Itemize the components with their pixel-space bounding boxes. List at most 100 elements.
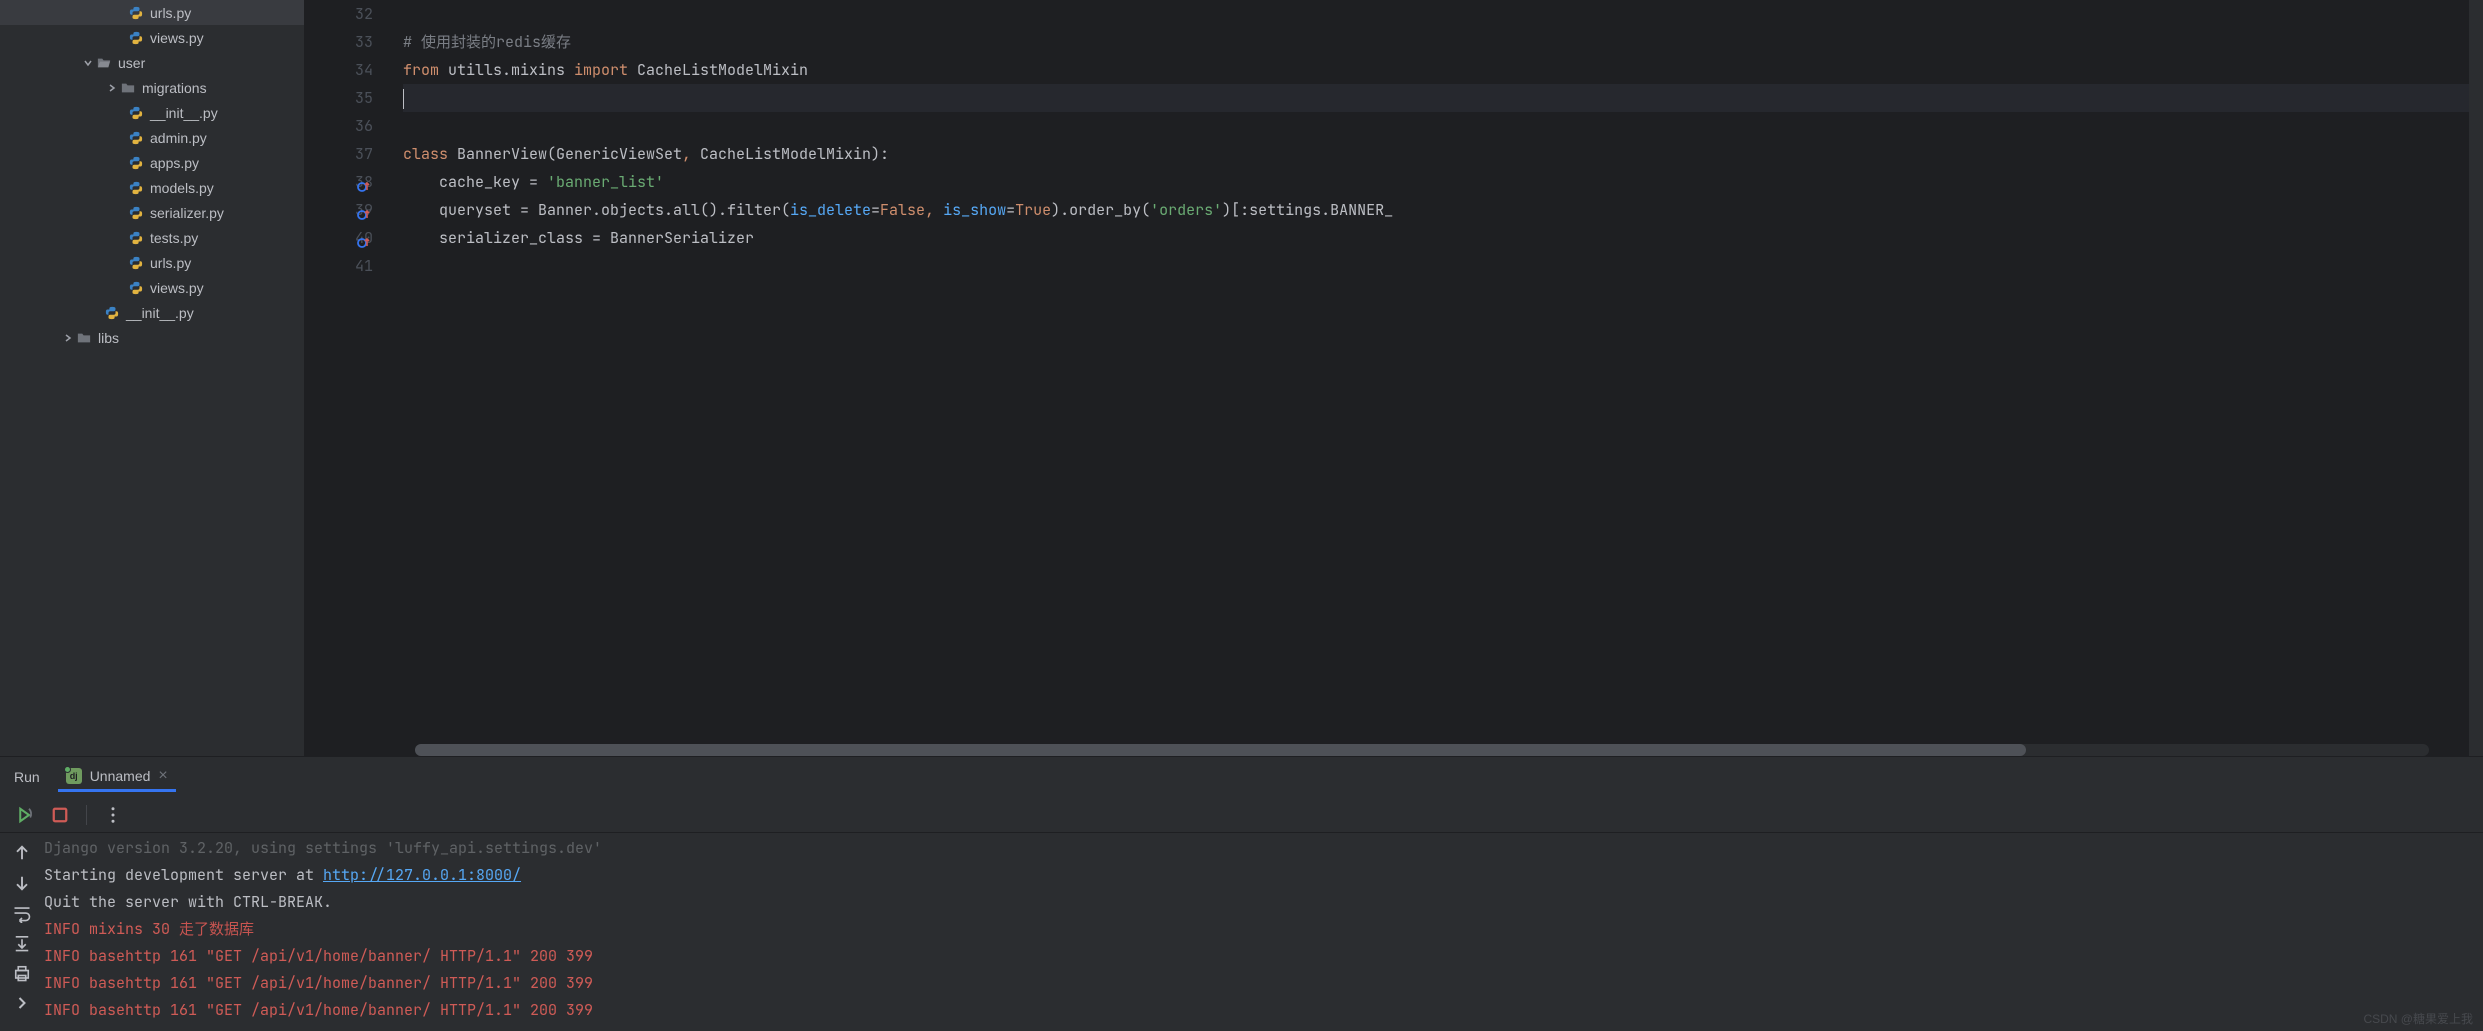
tree-item-label: urls.py bbox=[150, 5, 191, 21]
folder-icon bbox=[120, 80, 136, 96]
chevron-right-icon[interactable] bbox=[12, 993, 32, 1013]
chevron-down-icon[interactable] bbox=[80, 58, 96, 68]
tree-item-label: views.py bbox=[150, 30, 204, 46]
code-line[interactable] bbox=[403, 0, 2469, 28]
line-number[interactable]: 32 bbox=[305, 0, 373, 28]
folder-icon bbox=[76, 330, 92, 346]
python-file-icon bbox=[128, 205, 144, 221]
tree-item[interactable]: libs bbox=[0, 325, 304, 350]
code-line[interactable]: cache_key = 'banner_list' bbox=[403, 168, 2469, 196]
python-file-icon bbox=[128, 155, 144, 171]
line-number[interactable]: 38 bbox=[305, 168, 373, 196]
line-number[interactable]: 36 bbox=[305, 112, 373, 140]
scrollbar-thumb[interactable] bbox=[415, 744, 2026, 756]
tree-item[interactable]: urls.py bbox=[0, 0, 304, 25]
line-number[interactable]: 39 bbox=[305, 196, 373, 224]
run-tab-unnamed[interactable]: dj Unnamed × bbox=[58, 763, 176, 792]
tree-item-label: migrations bbox=[142, 80, 207, 96]
run-tool-window: Run dj Unnamed × Django version 3.2.20, … bbox=[0, 756, 2483, 1031]
line-number[interactable]: 35 bbox=[305, 84, 373, 112]
run-tab-label: Unnamed bbox=[90, 768, 151, 784]
editor-content[interactable]: # 使用封装的redis缓存from utills.mixins import … bbox=[395, 0, 2469, 756]
code-line[interactable]: serializer_class = BannerSerializer bbox=[403, 224, 2469, 252]
tree-item[interactable]: migrations bbox=[0, 75, 304, 100]
code-line[interactable]: class BannerView(GenericViewSet, CacheLi… bbox=[403, 140, 2469, 168]
tree-item[interactable]: views.py bbox=[0, 25, 304, 50]
line-number[interactable]: 40 bbox=[305, 224, 373, 252]
python-file-icon bbox=[104, 305, 120, 321]
python-file-icon bbox=[128, 230, 144, 246]
console-line: INFO mixins 30 走了数据库 bbox=[44, 916, 2483, 943]
toolbar-divider bbox=[86, 805, 87, 825]
console-line: Quit the server with CTRL-BREAK. bbox=[44, 889, 2483, 916]
tree-item[interactable]: admin.py bbox=[0, 125, 304, 150]
watermark: CSDN @糖果爱上我 bbox=[2363, 1010, 2473, 1027]
tree-item-label: __init__.py bbox=[150, 105, 218, 121]
line-number[interactable]: 33 bbox=[305, 28, 373, 56]
down-icon[interactable] bbox=[12, 873, 32, 893]
tree-item-label: views.py bbox=[150, 280, 204, 296]
line-number[interactable]: 41 bbox=[305, 252, 373, 280]
python-file-icon bbox=[128, 130, 144, 146]
horizontal-scrollbar[interactable] bbox=[415, 744, 2429, 756]
tree-item[interactable]: user bbox=[0, 50, 304, 75]
override-icon[interactable] bbox=[357, 231, 371, 245]
up-icon[interactable] bbox=[12, 843, 32, 863]
close-icon[interactable]: × bbox=[158, 767, 167, 785]
soft-wrap-icon[interactable] bbox=[12, 903, 32, 923]
run-label[interactable]: Run bbox=[14, 769, 40, 785]
console-output[interactable]: Django version 3.2.20, using settings 'l… bbox=[44, 833, 2483, 1031]
tree-item-label: __init__.py bbox=[126, 305, 194, 321]
python-file-icon bbox=[128, 180, 144, 196]
console-link[interactable]: http://127.0.0.1:8000/ bbox=[323, 865, 521, 885]
python-file-icon bbox=[128, 280, 144, 296]
code-line[interactable]: from utills.mixins import CacheListModel… bbox=[403, 56, 2469, 84]
project-tree[interactable]: urls.py views.py user migrations __init__.py… bbox=[0, 0, 305, 756]
tree-item-label: apps.py bbox=[150, 155, 199, 171]
console-line: Starting development server at http://12… bbox=[44, 862, 2483, 889]
console-line: Django version 3.2.20, using settings 'l… bbox=[44, 835, 2483, 862]
code-editor[interactable]: 32333435363738394041 # 使用封装的redis缓存from … bbox=[305, 0, 2483, 756]
code-line[interactable] bbox=[403, 252, 2469, 280]
scroll-to-end-icon[interactable] bbox=[12, 933, 32, 953]
rerun-icon[interactable] bbox=[14, 805, 34, 825]
more-icon[interactable] bbox=[103, 805, 123, 825]
tree-item[interactable]: models.py bbox=[0, 175, 304, 200]
code-line[interactable] bbox=[403, 84, 2469, 112]
line-number[interactable]: 34 bbox=[305, 56, 373, 84]
tree-item-label: serializer.py bbox=[150, 205, 224, 221]
python-file-icon bbox=[128, 255, 144, 271]
console-line: INFO basehttp 161 "GET /api/v1/home/bann… bbox=[44, 943, 2483, 970]
tree-item[interactable]: views.py bbox=[0, 275, 304, 300]
tree-item-label: user bbox=[118, 55, 145, 71]
code-line[interactable] bbox=[403, 112, 2469, 140]
tree-item-label: admin.py bbox=[150, 130, 207, 146]
chevron-right-icon[interactable] bbox=[104, 83, 120, 93]
print-icon[interactable] bbox=[12, 963, 32, 983]
tree-item[interactable]: __init__.py bbox=[0, 100, 304, 125]
python-file-icon bbox=[128, 5, 144, 21]
line-number[interactable]: 37 bbox=[305, 140, 373, 168]
run-toolbar bbox=[0, 797, 2483, 833]
chevron-right-icon[interactable] bbox=[60, 333, 76, 343]
tree-item-label: models.py bbox=[150, 180, 214, 196]
code-line[interactable]: queryset = Banner.objects.all().filter(i… bbox=[403, 196, 2469, 224]
override-icon[interactable] bbox=[357, 203, 371, 217]
editor-gutter: 32333435363738394041 bbox=[305, 0, 395, 756]
tree-item[interactable]: apps.py bbox=[0, 150, 304, 175]
python-file-icon bbox=[128, 105, 144, 121]
tree-item-label: urls.py bbox=[150, 255, 191, 271]
override-icon[interactable] bbox=[357, 175, 371, 189]
console-side-toolbar bbox=[0, 833, 44, 1031]
tree-item[interactable]: tests.py bbox=[0, 225, 304, 250]
stop-icon[interactable] bbox=[50, 805, 70, 825]
tree-item[interactable]: __init__.py bbox=[0, 300, 304, 325]
console-line: INFO basehttp 161 "GET /api/v1/home/bann… bbox=[44, 970, 2483, 997]
folder-open-icon bbox=[96, 55, 112, 71]
python-file-icon bbox=[128, 30, 144, 46]
tree-item[interactable]: serializer.py bbox=[0, 200, 304, 225]
text-cursor bbox=[403, 89, 404, 109]
tree-item[interactable]: urls.py bbox=[0, 250, 304, 275]
django-icon: dj bbox=[66, 768, 82, 784]
code-line[interactable]: # 使用封装的redis缓存 bbox=[403, 28, 2469, 56]
